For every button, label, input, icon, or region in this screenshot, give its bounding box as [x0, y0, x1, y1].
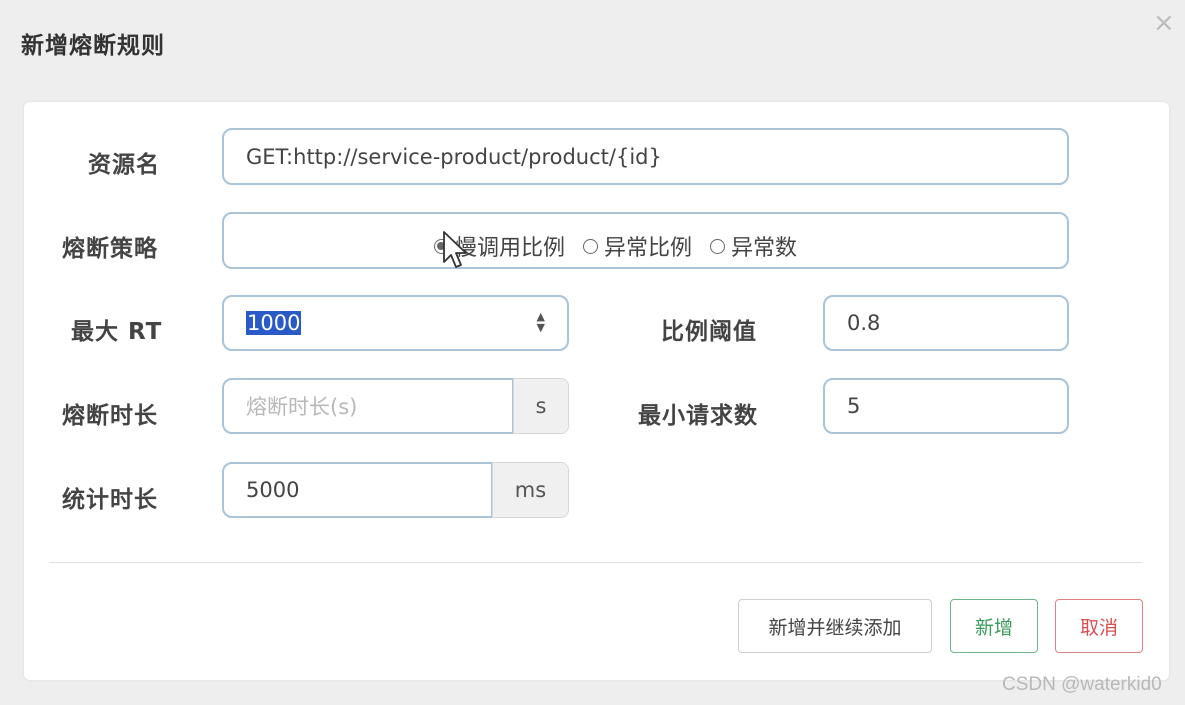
spinner-icon[interactable]: ▲ ▼	[537, 311, 545, 333]
min-requests-label: 最小请求数	[638, 403, 758, 429]
radio-error-count[interactable]: 异常数	[710, 230, 797, 262]
radio-unchecked-icon[interactable]	[583, 238, 599, 254]
cancel-button[interactable]: 取消	[1055, 599, 1143, 653]
strategy-radio-group: 慢调用比例 异常比例 异常数	[434, 230, 815, 262]
ratio-threshold-input[interactable]: 0.8	[823, 295, 1069, 351]
add-and-continue-button[interactable]: 新增并继续添加	[738, 599, 932, 653]
strategy-label: 熔断策略	[62, 236, 158, 262]
stat-duration-input[interactable]: 5000	[222, 462, 493, 518]
max-rt-label: 最大 RT	[71, 319, 163, 345]
ratio-threshold-label: 比例阈值	[661, 319, 757, 345]
mouse-cursor-icon	[443, 231, 467, 268]
break-duration-label: 熔断时长	[62, 403, 158, 429]
resource-input[interactable]: GET:http://service-product/product/{id}	[222, 128, 1069, 185]
resource-label: 资源名	[88, 152, 160, 178]
max-rt-input[interactable]: 1000 ▲ ▼	[222, 295, 569, 351]
strategy-radio-box: 慢调用比例 异常比例 异常数	[222, 212, 1069, 269]
radio-label: 慢调用比例	[455, 236, 566, 261]
close-icon[interactable]: ×	[1153, 10, 1175, 36]
radio-label: 异常比例	[604, 236, 693, 261]
footer-divider	[49, 562, 1142, 563]
stat-duration-label: 统计时长	[62, 487, 158, 513]
radio-error-ratio[interactable]: 异常比例	[583, 230, 692, 262]
min-requests-input[interactable]: 5	[823, 378, 1069, 434]
break-duration-unit: s	[513, 378, 569, 434]
dialog-title: 新增熔断规则	[21, 33, 165, 59]
radio-label: 异常数	[731, 236, 798, 261]
watermark: CSDN @waterkid0	[1002, 674, 1162, 695]
break-duration-input[interactable]: 熔断时长(s)	[222, 378, 514, 434]
stat-duration-unit: ms	[492, 462, 569, 518]
radio-unchecked-icon[interactable]	[710, 238, 726, 254]
add-button[interactable]: 新增	[950, 599, 1038, 653]
max-rt-value: 1000	[246, 311, 302, 335]
